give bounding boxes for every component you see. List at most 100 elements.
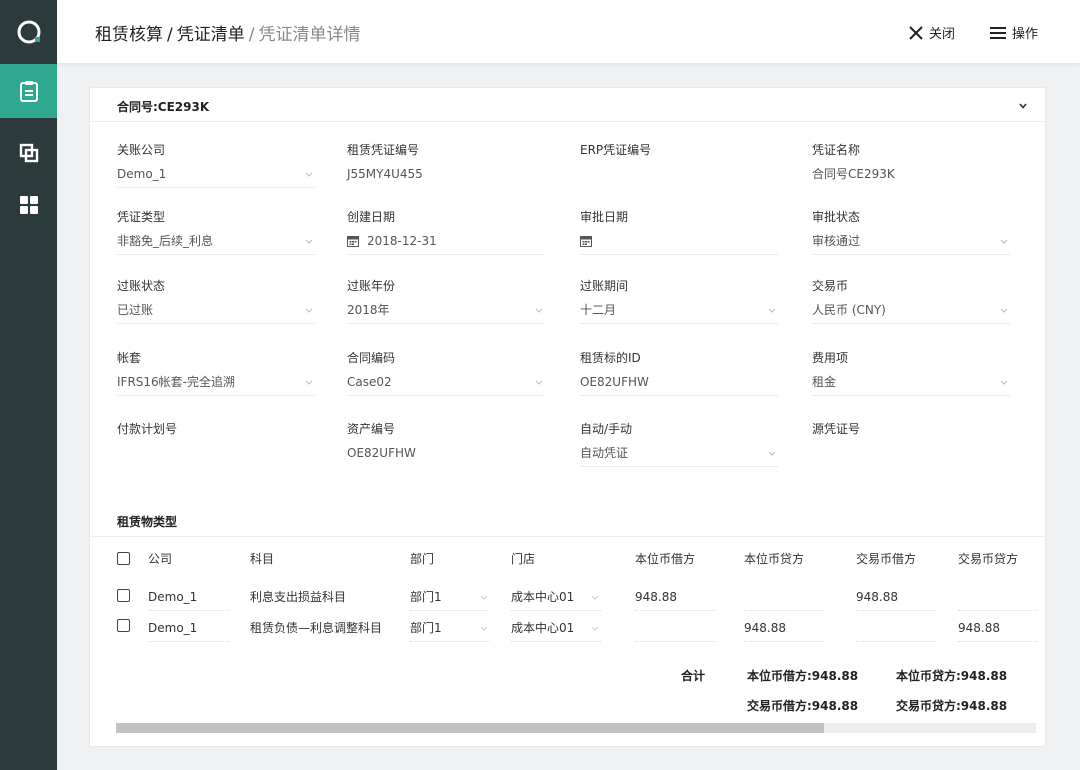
table-cell-account[interactable]: 租赁负债—利息调整科目 — [250, 620, 395, 642]
field-approval-date: 审批日期 — [580, 209, 778, 255]
field-auto-manual: 自动/手动 自动凭证 — [580, 421, 778, 467]
chevron-down-icon — [1000, 380, 1008, 385]
posting-period-select[interactable]: 十二月 — [580, 302, 778, 324]
chevron-down-icon — [305, 172, 313, 177]
column-header: 门店 — [511, 552, 536, 566]
field-voucher-type: 凭证类型 非豁免_后续_利息 — [117, 209, 315, 255]
field-label: 帐套 — [117, 351, 142, 365]
field-label: 凭证类型 — [117, 210, 166, 224]
field-posting-year: 过账年份 2018年 — [347, 278, 545, 324]
ledger-select[interactable]: IFRS16帐套-完全追溯 — [117, 374, 315, 396]
chevron-down-icon — [305, 239, 313, 244]
asset-no-value: OE82UFHW — [347, 446, 416, 460]
totals-label: 合计 — [681, 669, 706, 683]
auto-manual-select[interactable]: 自动凭证 — [580, 445, 778, 467]
field-label: 过账期间 — [580, 279, 629, 293]
column-header: 科目 — [250, 552, 275, 566]
scrollbar-thumb[interactable] — [116, 723, 825, 733]
actions-button[interactable]: 操作 — [990, 23, 1038, 42]
field-label: 费用项 — [812, 351, 849, 365]
table-cell-trade-debit[interactable]: 948.88 — [856, 589, 936, 611]
chevron-down-icon — [768, 451, 776, 456]
table-cell-account[interactable]: 利息支出损益科目 — [250, 589, 395, 611]
field-label: 源凭证号 — [812, 422, 861, 436]
divider — [90, 536, 1045, 537]
approval-status-select[interactable]: 审核通过 — [812, 233, 1010, 255]
voucher-detail-card: 合同号:CE293K 关账公司 Demo_1 租赁凭证编号 J55MY4U455… — [89, 87, 1046, 747]
breadcrumb-separator: / — [248, 25, 255, 45]
field-label: 付款计划号 — [117, 422, 178, 436]
horizontal-scrollbar[interactable] — [116, 723, 1036, 733]
field-erp-voucher-no: ERP凭证编号 — [580, 142, 778, 158]
field-label: 审批状态 — [812, 210, 861, 224]
chevron-down-icon[interactable] — [1017, 97, 1029, 116]
close-icon — [909, 25, 923, 40]
total-local-debit: 本位币借方:948.88 — [747, 669, 859, 683]
card-header[interactable]: 合同号:CE293K — [90, 88, 1045, 122]
column-header: 本位币借方 — [635, 552, 696, 566]
chevron-down-icon — [768, 308, 776, 313]
currency-select[interactable]: 人民币 (CNY) — [812, 302, 1010, 324]
voucher-type-select[interactable]: 非豁免_后续_利息 — [117, 233, 315, 255]
approval-date-picker[interactable] — [580, 233, 778, 255]
lease-asset-id-value[interactable]: OE82UFHW — [580, 374, 778, 396]
top-bar: 租赁核算 / 凭证清单 / 凭证清单详情 关闭 操作 — [57, 0, 1080, 64]
table-cell-company[interactable]: Demo_1 — [148, 620, 230, 642]
contract-code-select[interactable]: Case02 — [347, 374, 545, 396]
erp-voucher-no-value — [580, 166, 778, 188]
chevron-down-icon — [1000, 239, 1008, 244]
column-header: 部门 — [410, 552, 435, 566]
field-asset-no: 资产编号 OE82UFHW — [347, 421, 545, 460]
calendar-icon — [347, 236, 359, 247]
posting-year-select[interactable]: 2018年 — [347, 302, 545, 324]
chevron-down-icon — [305, 380, 313, 385]
table-cell-store[interactable]: 成本中心01 — [511, 620, 601, 642]
chevron-down-icon — [1000, 308, 1008, 313]
row-checkbox[interactable] — [117, 619, 130, 632]
table-cell-trade-credit[interactable]: 948.88 — [958, 620, 1038, 642]
table-cell-company[interactable]: Demo_1 — [148, 589, 230, 611]
posting-status-select[interactable]: 已过账 — [117, 302, 315, 324]
copy-icon[interactable] — [0, 126, 57, 180]
company-select[interactable]: Demo_1 — [117, 166, 315, 188]
field-posting-status: 过账状态 已过账 — [117, 278, 315, 324]
breadcrumb: 租赁核算 / 凭证清单 / 凭证清单详情 — [95, 20, 360, 45]
table-cell-trade-credit[interactable] — [958, 589, 1038, 611]
voucher-name-value: 合同号CE293K — [812, 167, 895, 181]
breadcrumb-item-lease-accounting[interactable]: 租赁核算 — [95, 25, 163, 45]
expense-item-select[interactable]: 租金 — [812, 374, 1010, 396]
table-cell-department[interactable]: 部门1 — [410, 589, 490, 611]
field-source-voucher-no: 源凭证号 — [812, 421, 1010, 437]
field-lease-voucher-no: 租赁凭证编号 J55MY4U455 — [347, 142, 545, 181]
actions-label: 操作 — [1012, 27, 1039, 42]
table-cell-department[interactable]: 部门1 — [410, 620, 490, 642]
total-trade-debit: 交易币借方:948.88 — [747, 699, 859, 713]
field-label: 交易币 — [812, 279, 849, 293]
table-cell-local-credit[interactable] — [744, 589, 824, 611]
column-header: 交易币借方 — [856, 552, 917, 566]
logo-icon[interactable] — [0, 0, 57, 64]
table-cell-local-debit[interactable] — [635, 620, 715, 642]
table-cell-local-credit[interactable]: 948.88 — [744, 620, 824, 642]
field-label: 创建日期 — [347, 210, 396, 224]
field-label: 凭证名称 — [812, 143, 861, 157]
grid-icon[interactable] — [0, 178, 57, 232]
breadcrumb-item-voucher-list[interactable]: 凭证清单 — [177, 25, 245, 45]
menu-icon — [990, 26, 1006, 39]
field-label: 过账状态 — [117, 279, 166, 293]
total-trade-credit: 交易币贷方:948.88 — [896, 699, 1008, 713]
lease-voucher-no-value: J55MY4U455 — [347, 167, 423, 181]
row-checkbox[interactable] — [117, 589, 130, 602]
table-cell-store[interactable]: 成本中心01 — [511, 589, 601, 611]
close-button[interactable]: 关闭 — [909, 23, 955, 42]
field-label: 租赁标的ID — [580, 351, 641, 365]
field-label: 过账年份 — [347, 279, 396, 293]
table-cell-local-debit[interactable]: 948.88 — [635, 589, 715, 611]
clipboard-icon[interactable] — [0, 64, 57, 118]
breadcrumb-current: 凭证清单详情 — [258, 25, 361, 45]
select-all-checkbox[interactable] — [117, 552, 130, 565]
created-date-picker[interactable]: 2018-12-31 — [347, 233, 545, 255]
table-cell-trade-debit[interactable] — [856, 620, 936, 642]
field-created-date: 创建日期 2018-12-31 — [347, 209, 545, 255]
chevron-down-icon — [480, 626, 488, 631]
